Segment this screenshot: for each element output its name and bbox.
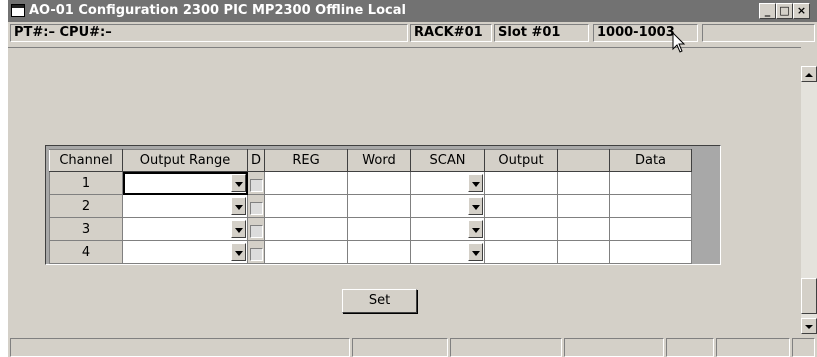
- d-checkbox-cell[interactable]: [247, 194, 265, 218]
- output-range-dropdown[interactable]: [122, 194, 248, 218]
- d-checkbox[interactable]: [249, 224, 263, 238]
- title-bar[interactable]: AO-01 Configuration 2300 PIC MP2300 Offl…: [8, 0, 817, 22]
- pt-cpu-field: PT#:– CPU#:–: [10, 24, 408, 42]
- header-d: D: [247, 149, 265, 172]
- channel-number[interactable]: 4: [49, 240, 123, 264]
- chevron-down-icon[interactable]: [231, 220, 246, 238]
- blank-cell[interactable]: [557, 217, 610, 241]
- scroll-down-button[interactable]: [801, 318, 817, 334]
- output-cell[interactable]: [484, 217, 558, 241]
- slot-field: Slot #01: [494, 24, 589, 42]
- mouse-cursor-icon: [672, 32, 686, 53]
- channel-number[interactable]: 2: [49, 194, 123, 218]
- status-pane: [564, 338, 664, 357]
- chevron-down-icon[interactable]: [468, 243, 483, 261]
- status-pane: [450, 338, 562, 357]
- reg-cell[interactable]: [264, 217, 348, 241]
- window-app-icon[interactable]: [11, 4, 25, 17]
- output-cell[interactable]: [484, 194, 558, 218]
- chevron-down-icon[interactable]: [468, 197, 483, 215]
- config-window: AO-01 Configuration 2300 PIC MP2300 Offl…: [8, 0, 817, 357]
- chevron-down-icon[interactable]: [468, 220, 483, 238]
- rack-field: RACK#01: [410, 24, 492, 42]
- status-pane: [352, 338, 448, 357]
- data-cell[interactable]: [609, 240, 692, 264]
- status-pane: [666, 338, 714, 357]
- reg-cell[interactable]: [264, 171, 348, 195]
- scan-dropdown[interactable]: [410, 171, 485, 195]
- minimize-button[interactable]: _: [759, 3, 776, 19]
- header-scan: SCAN: [410, 149, 485, 172]
- arrow-up-icon: [805, 73, 813, 77]
- table-row: 2: [49, 194, 692, 218]
- scroll-up-button[interactable]: [801, 66, 817, 82]
- scan-dropdown[interactable]: [410, 240, 485, 264]
- table-row: 3: [49, 217, 692, 241]
- word-cell[interactable]: [347, 171, 411, 195]
- output-range-dropdown[interactable]: [122, 171, 248, 195]
- extra-info-field: [702, 24, 815, 42]
- word-cell[interactable]: [347, 240, 411, 264]
- blank-cell[interactable]: [557, 171, 610, 195]
- info-bar: PT#:– CPU#:– RACK#01 Slot #01 1000-1003: [8, 22, 817, 45]
- arrow-down-icon: [805, 325, 813, 329]
- header-output-range: Output Range: [122, 149, 248, 172]
- client-area: Channel Output Range D REG Word SCAN Out…: [8, 47, 801, 335]
- channel-number[interactable]: 1: [49, 171, 123, 195]
- word-cell[interactable]: [347, 194, 411, 218]
- header-data: Data: [609, 149, 692, 172]
- blank-cell[interactable]: [557, 194, 610, 218]
- close-button[interactable]: ×: [793, 3, 810, 19]
- channel-grid: Channel Output Range D REG Word SCAN Out…: [45, 145, 721, 265]
- vertical-scrollbar[interactable]: [801, 66, 817, 334]
- status-bar: [8, 335, 817, 357]
- status-pane: [716, 338, 790, 357]
- header-channel: Channel: [49, 149, 123, 172]
- output-range-dropdown[interactable]: [122, 240, 248, 264]
- d-checkbox-cell[interactable]: [247, 171, 265, 195]
- channel-number[interactable]: 3: [49, 217, 123, 241]
- chevron-down-icon[interactable]: [231, 197, 246, 215]
- table-row: 1: [49, 171, 692, 195]
- chevron-down-icon[interactable]: [231, 243, 246, 261]
- header-output: Output: [484, 149, 558, 172]
- chevron-down-icon[interactable]: [468, 174, 483, 192]
- d-checkbox-cell[interactable]: [247, 240, 265, 264]
- word-cell[interactable]: [347, 217, 411, 241]
- d-checkbox-cell[interactable]: [247, 217, 265, 241]
- status-pane: [10, 338, 350, 357]
- data-cell[interactable]: [609, 217, 692, 241]
- data-cell[interactable]: [609, 171, 692, 195]
- output-range-dropdown[interactable]: [122, 217, 248, 241]
- chevron-down-icon[interactable]: [231, 174, 246, 192]
- data-cell[interactable]: [609, 194, 692, 218]
- output-cell[interactable]: [484, 240, 558, 264]
- d-checkbox[interactable]: [249, 201, 263, 215]
- resize-grip[interactable]: [792, 338, 815, 357]
- scan-dropdown[interactable]: [410, 194, 485, 218]
- output-cell[interactable]: [484, 171, 558, 195]
- set-button[interactable]: Set: [342, 289, 417, 313]
- window-title: AO-01 Configuration 2300 PIC MP2300 Offl…: [29, 3, 406, 18]
- header-blank: [557, 149, 610, 172]
- table-row: 4: [49, 240, 692, 264]
- scan-dropdown[interactable]: [410, 217, 485, 241]
- d-checkbox[interactable]: [249, 247, 263, 261]
- blank-cell[interactable]: [557, 240, 610, 264]
- reg-cell[interactable]: [264, 194, 348, 218]
- header-reg: REG: [264, 149, 348, 172]
- d-checkbox[interactable]: [249, 178, 263, 192]
- maximize-button[interactable]: □: [776, 3, 793, 19]
- header-word: Word: [347, 149, 411, 172]
- scrollbar-thumb[interactable]: [801, 278, 817, 314]
- reg-cell[interactable]: [264, 240, 348, 264]
